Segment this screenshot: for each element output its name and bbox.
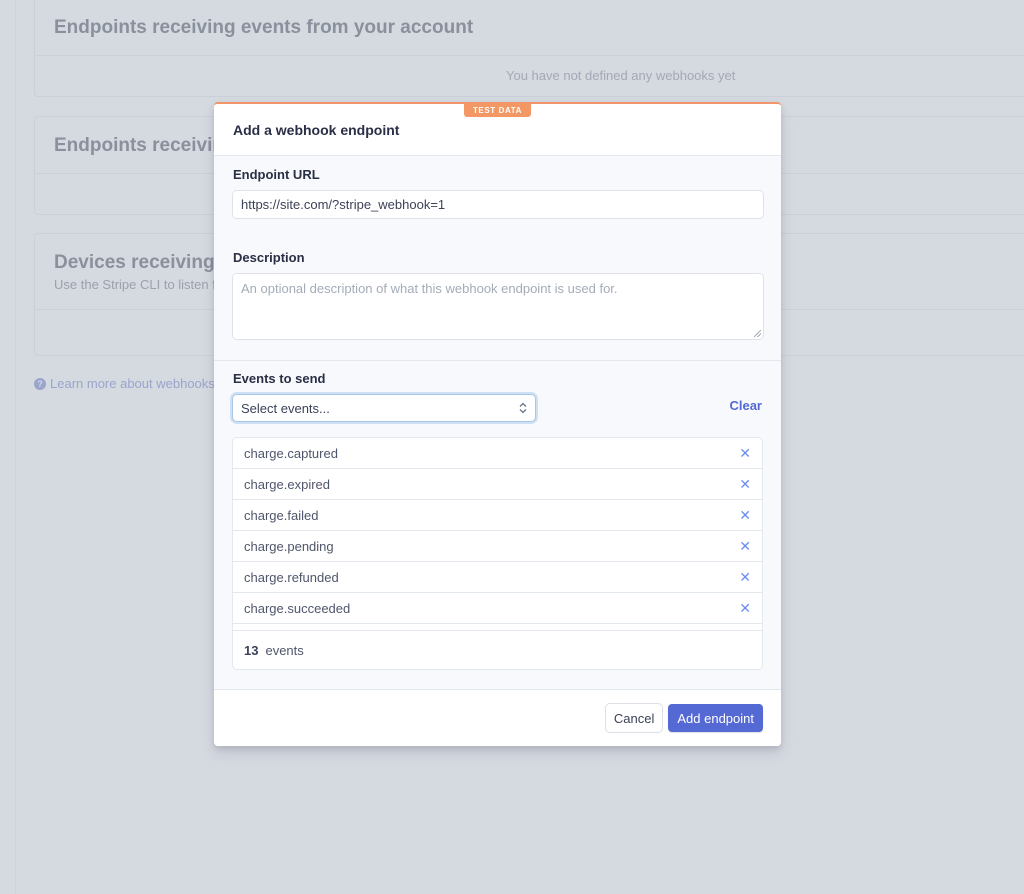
cancel-button[interactable]: Cancel xyxy=(605,704,663,732)
events-count-label: events xyxy=(265,642,304,658)
empty-state-text: You have not defined any webhooks yet xyxy=(506,68,736,83)
select-events-dropdown[interactable]: Select events... xyxy=(233,395,535,421)
event-row: charge.succeeded ✕ xyxy=(233,593,762,624)
description-textarea[interactable]: An optional description of what this web… xyxy=(233,274,763,339)
test-data-badge: TEST DATA xyxy=(464,103,531,117)
remove-event-icon[interactable]: ✕ xyxy=(739,445,751,462)
modal-footer: Cancel Add endpoint xyxy=(214,689,781,746)
description-label: Description xyxy=(233,250,305,265)
modal-title: Add a webhook endpoint xyxy=(233,122,400,138)
selected-events-list: charge.captured ✕ charge.expired ✕ charg… xyxy=(233,438,762,669)
resize-handle[interactable] xyxy=(754,330,761,337)
events-label: Events to send xyxy=(233,371,326,386)
help-icon: ? xyxy=(34,377,46,390)
description-placeholder: An optional description of what this web… xyxy=(241,281,618,296)
remove-event-icon[interactable]: ✕ xyxy=(739,569,751,586)
account-endpoints-card: Endpoints receiving events from your acc… xyxy=(34,0,1024,97)
event-name: charge.succeeded xyxy=(244,600,351,616)
event-row: charge.pending ✕ xyxy=(233,531,762,562)
event-row: charge.failed ✕ xyxy=(233,500,762,531)
event-name: charge.refunded xyxy=(244,569,339,585)
add-endpoint-button[interactable]: Add endpoint xyxy=(668,704,763,732)
event-name: charge.pending xyxy=(244,538,334,554)
event-row: charge.expired ✕ xyxy=(233,469,762,500)
event-name: charge.expired xyxy=(244,476,330,492)
select-events-placeholder: Select events... xyxy=(241,400,330,416)
remove-event-icon[interactable]: ✕ xyxy=(739,538,751,555)
event-list-scroll[interactable]: charge.captured ✕ charge.expired ✕ charg… xyxy=(233,438,762,630)
clear-events-link[interactable]: Clear xyxy=(729,398,762,413)
add-webhook-modal: TEST DATA Add a webhook endpoint Endpoin… xyxy=(214,102,781,746)
learn-more-label: Learn more about webhooks xyxy=(50,376,215,391)
card-divider xyxy=(35,55,1024,56)
event-row: charge.refunded ✕ xyxy=(233,562,762,593)
endpoint-url-value: https://site.com/?stripe_webhook=1 xyxy=(241,197,446,212)
event-name: charge.failed xyxy=(244,507,319,523)
events-count-footer: 13 events xyxy=(233,630,762,669)
endpoint-url-input[interactable]: https://site.com/?stripe_webhook=1 xyxy=(233,191,763,218)
event-name: charge.captured xyxy=(244,445,338,461)
section-divider xyxy=(214,360,781,361)
remove-event-icon[interactable]: ✕ xyxy=(739,600,751,617)
event-row: charge.captured ✕ xyxy=(233,438,762,469)
learn-more-link[interactable]: ? Learn more about webhooks xyxy=(34,376,215,391)
events-count: 13 xyxy=(244,642,259,658)
card-title: Endpoints receiving events from your acc… xyxy=(54,17,474,38)
chevron-up-down-icon xyxy=(519,402,527,414)
sidebar-divider xyxy=(15,0,16,894)
remove-event-icon[interactable]: ✕ xyxy=(739,476,751,493)
remove-event-icon[interactable]: ✕ xyxy=(739,507,751,524)
endpoint-url-label: Endpoint URL xyxy=(233,167,320,182)
